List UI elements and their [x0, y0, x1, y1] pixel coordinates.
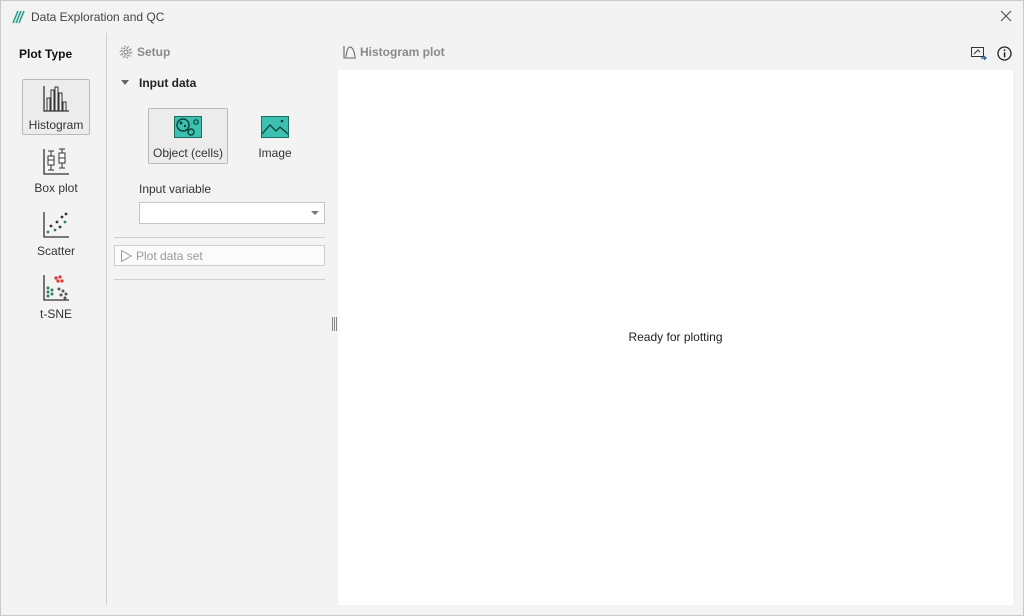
setup-header: Setup — [119, 45, 170, 59]
box-plot-icon — [43, 148, 69, 175]
close-button[interactable] — [995, 5, 1017, 27]
plot-type-scatter[interactable]: Scatter — [22, 205, 90, 261]
plot-data-set-label: Plot data set — [136, 248, 203, 263]
input-object-cells-button[interactable]: Object (cells) — [148, 108, 228, 164]
plot-header: Histogram plot — [343, 45, 445, 59]
plot-status-text: Ready for plotting — [628, 330, 723, 344]
divider — [114, 279, 325, 280]
title-bar: Data Exploration and QC — [1, 1, 1023, 33]
input-variable-label: Input variable — [139, 182, 212, 196]
app-window: Data Exploration and QC Plot Type Histog… — [0, 0, 1024, 616]
info-icon — [996, 45, 1012, 61]
plot-type-heading: Plot Type — [19, 47, 73, 61]
panel-splitter[interactable] — [331, 317, 337, 331]
plot-type-label: Histogram — [28, 118, 84, 132]
plot-type-label: Scatter — [36, 244, 75, 258]
tsne-icon — [43, 275, 69, 301]
image-icon — [261, 116, 289, 138]
scatter-icon — [43, 212, 69, 238]
play-icon — [121, 249, 132, 262]
plot-type-box-plot[interactable]: Box plot — [22, 142, 90, 198]
object-cells-icon — [174, 116, 202, 138]
plot-type-tsne[interactable]: t-SNE — [22, 268, 90, 324]
plot-type-panel: Plot Type Histogram Box plot Scatter t-S… — [1, 33, 107, 605]
plot-data-set-button[interactable]: Plot data set — [114, 245, 325, 266]
gear-icon — [119, 45, 133, 59]
histogram-plot-icon — [343, 46, 356, 59]
plot-type-label: t-SNE — [39, 307, 72, 321]
window-title: Data Exploration and QC — [31, 10, 165, 24]
plot-type-histogram[interactable]: Histogram — [22, 79, 90, 135]
plot-canvas[interactable]: Ready for plotting — [338, 70, 1013, 605]
export-button[interactable] — [970, 44, 988, 62]
input-image-button[interactable]: Image — [235, 108, 315, 164]
plot-title: Histogram plot — [360, 45, 445, 59]
caret-down-icon — [121, 80, 129, 85]
setup-panel: Setup Input data Object (cells) Image In… — [107, 33, 335, 605]
close-icon — [1000, 10, 1012, 22]
setup-title: Setup — [137, 45, 171, 59]
plot-type-label: Box plot — [34, 181, 78, 195]
app-logo-icon — [11, 9, 27, 25]
input-variable-select[interactable] — [139, 202, 325, 224]
input-data-section-toggle[interactable]: Input data — [121, 76, 196, 90]
input-data-label: Input data — [139, 76, 197, 90]
input-option-label: Image — [258, 146, 292, 160]
divider — [114, 237, 325, 238]
info-button[interactable] — [995, 44, 1013, 62]
histogram-icon — [43, 86, 69, 112]
input-option-label: Object (cells) — [152, 146, 223, 160]
export-icon — [971, 47, 987, 60]
dropdown-arrow-icon — [311, 211, 319, 215]
